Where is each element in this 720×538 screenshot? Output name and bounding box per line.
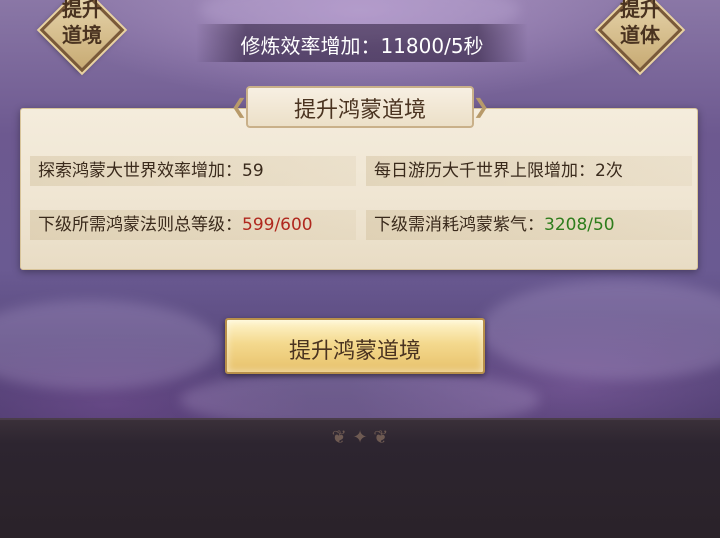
upgrade-realm-shortcut-label: 提升 道境 — [62, 0, 102, 47]
stat-required-law-level: 下级所需鸿蒙法则总等级：599/600 — [30, 210, 356, 240]
upgrade-realm-button[interactable]: 提升鸿蒙道境 — [225, 318, 485, 374]
panel-title-plaque: ❮ ❯ 提升鸿蒙道境 — [228, 86, 492, 130]
stat-value: 2次 — [595, 161, 623, 181]
upgrade-body-shortcut-button[interactable]: 提升 道体 — [594, 0, 686, 80]
realm-upgrade-panel — [20, 108, 698, 270]
stat-label: 下级需消耗鸿蒙紫气： — [374, 215, 544, 235]
cultivation-efficiency-text: 修炼效率增加：11800/5秒 — [240, 34, 484, 58]
stat-label: 每日游历大千世界上限增加： — [374, 161, 595, 181]
cloud-decoration — [480, 280, 720, 380]
stat-label: 下级所需鸿蒙法则总等级： — [38, 215, 242, 235]
stat-required-purple-qi: 下级需消耗鸿蒙紫气：3208/50 — [366, 210, 692, 240]
stat-daily-travel-limit: 每日游历大千世界上限增加：2次 — [366, 156, 692, 186]
panel-title: 提升鸿蒙道境 — [293, 98, 426, 123]
cultivation-efficiency-banner: 修炼效率增加：11800/5秒 — [196, 24, 528, 62]
upgrade-realm-shortcut-button[interactable]: 提升 道境 — [36, 0, 128, 80]
stat-value: 3208/50 — [544, 215, 615, 235]
upgrade-body-shortcut-label: 提升 道体 — [620, 0, 660, 47]
cloud-decoration — [0, 300, 220, 390]
bottom-ornament-icon: ❦ ✦ ❦ — [331, 427, 389, 448]
bottom-bar: ❦ ✦ ❦ — [0, 418, 720, 538]
stat-value: 599/600 — [242, 215, 313, 235]
game-background: 提升 道境 提升 道体 修炼效率增加：11800/5秒 ❮ ❯ 提升鸿蒙道境 探… — [0, 0, 720, 538]
stat-explore-efficiency: 探索鸿蒙大世界效率增加：59 — [30, 156, 356, 186]
upgrade-realm-button-label: 提升鸿蒙道境 — [288, 339, 421, 364]
stat-label: 探索鸿蒙大世界效率增加： — [38, 161, 242, 181]
stat-value: 59 — [242, 161, 264, 181]
